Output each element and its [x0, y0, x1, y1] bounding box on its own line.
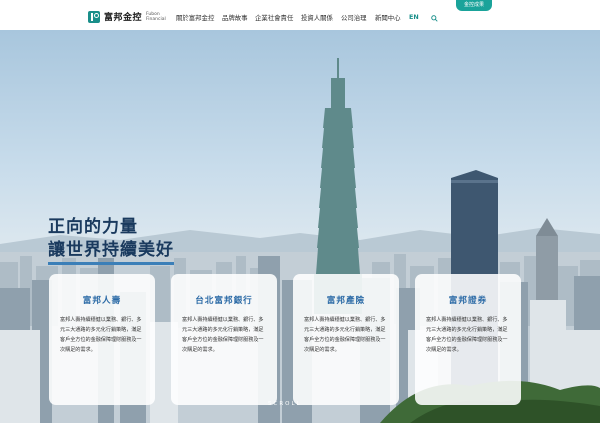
- card-text: 富邦人壽持續穩健以業務、銀行、多元三大通路的多元化行銷策略，滿足客戶全方位的金融…: [182, 317, 264, 353]
- card-fubon-life[interactable]: 富邦人壽 富邦人壽持續穩健以業務、銀行、多元三大通路的多元化行銷策略，滿足客戶全…: [49, 274, 155, 405]
- hero-headline: 正向的力量 讓世界持續美好: [48, 216, 174, 265]
- top-bar: 金控成果 富邦金控 Fubon Financial 關於富邦金控 品牌故事 企業…: [0, 0, 600, 30]
- card-taipei-fubon-bank[interactable]: 台北富邦銀行 富邦人壽持續穩健以業務、銀行、多元三大通路的多元化行銷策略，滿足客…: [171, 274, 277, 405]
- nav-item-investor[interactable]: 投資人關係: [301, 13, 333, 22]
- card-text: 富邦人壽持續穩健以業務、銀行、多元三大通路的多元化行銷策略，滿足客戶全方位的金融…: [426, 317, 508, 353]
- nav-item-news[interactable]: 新聞中心: [375, 13, 401, 22]
- headline-line-1: 正向的力量: [48, 217, 138, 237]
- nav-item-governance[interactable]: 公司治理: [341, 13, 367, 22]
- headline-line-2: 讓世界持續美好: [48, 239, 174, 265]
- card-fubon-insurance[interactable]: 富邦產險 富邦人壽持續穩健以業務、銀行、多元三大通路的多元化行銷策略，滿足客戶全…: [293, 274, 399, 405]
- card-text: 富邦人壽持續穩健以業務、銀行、多元三大通路的多元化行銷策略，滿足客戶全方位的金融…: [304, 317, 386, 353]
- card-title: 富邦產險: [326, 296, 366, 306]
- scroll-indicator[interactable]: SCROLL: [268, 401, 302, 407]
- search-icon[interactable]: [431, 15, 438, 22]
- nav-item-csr[interactable]: 企業社會責任: [255, 13, 293, 22]
- card-title: 台北富邦銀行: [195, 296, 253, 306]
- card-title: 富邦證券: [448, 296, 488, 306]
- card-text: 富邦人壽持續穩健以業務、銀行、多元三大通路的多元化行銷策略，滿足客戶全方位的金融…: [60, 317, 142, 353]
- nav-item-language[interactable]: EN: [409, 13, 419, 21]
- card-fubon-securities[interactable]: 富邦證券 富邦人壽持續穩健以業務、銀行、多元三大通路的多元化行銷策略，滿足客戶全…: [415, 274, 521, 405]
- card-title: 富邦人壽: [82, 296, 122, 306]
- nav-item-brand-story[interactable]: 品牌故事: [222, 13, 248, 22]
- main-nav: 關於富邦金控 品牌故事 企業社會責任 投資人關係 公司治理 新聞中心 EN: [0, 13, 600, 25]
- nav-item-about[interactable]: 關於富邦金控: [176, 13, 214, 22]
- results-badge[interactable]: 金控成果: [455, 0, 492, 11]
